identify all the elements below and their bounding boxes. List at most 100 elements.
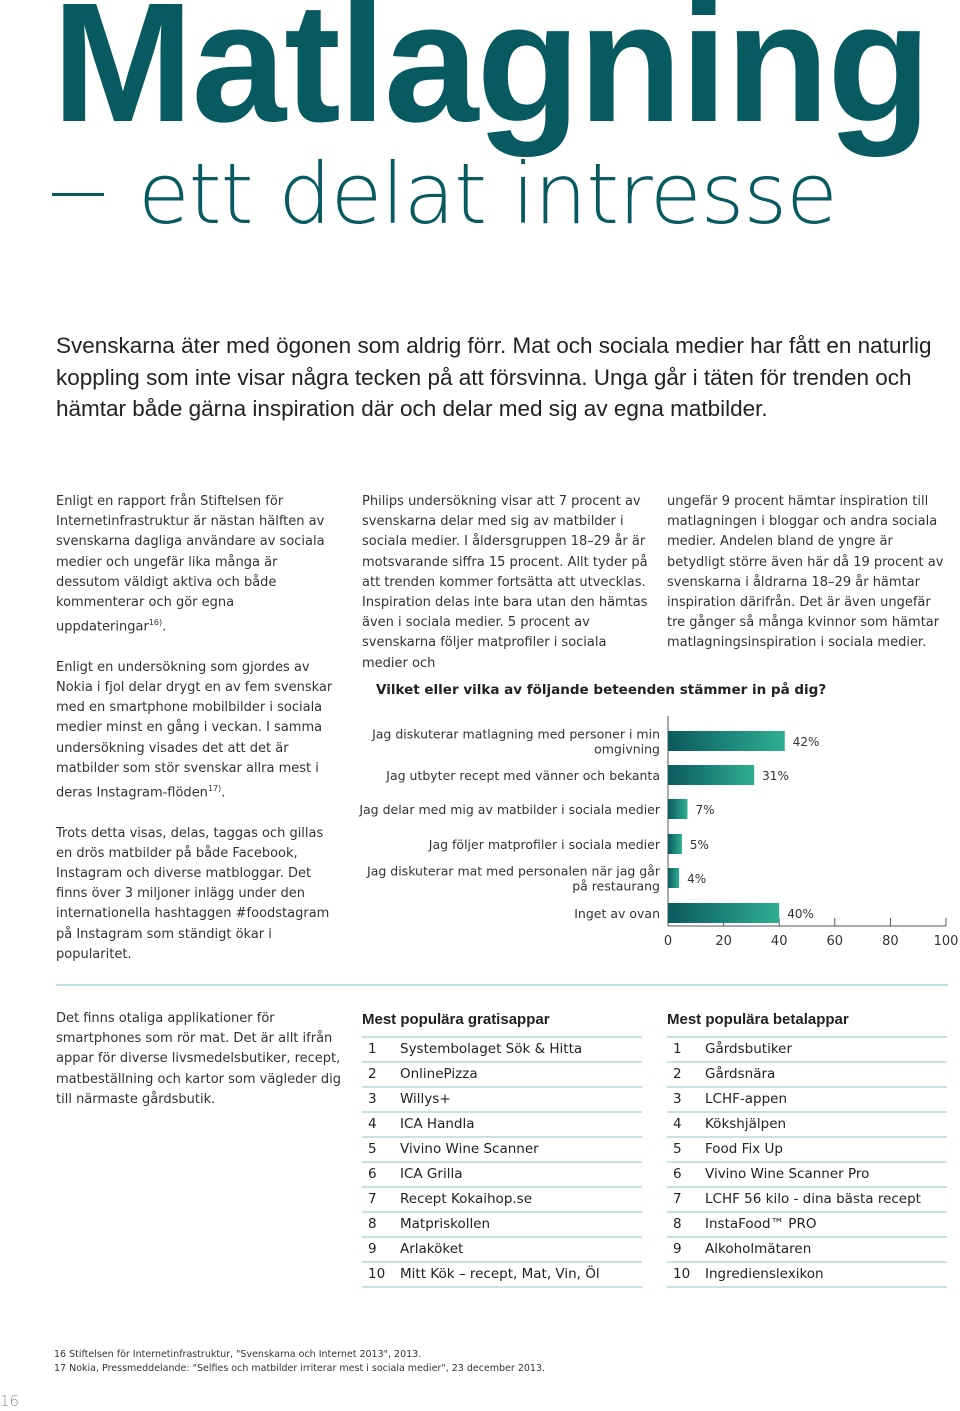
app-name: Willys+ bbox=[400, 1091, 451, 1107]
paid-item: 1 Gårdsbutiker bbox=[667, 1038, 947, 1063]
section-divider bbox=[56, 984, 948, 986]
app-name: Vivino Wine Scanner bbox=[400, 1141, 539, 1157]
footnote: 16 Stiftelsen för Internetinfrastruktur,… bbox=[54, 1349, 422, 1360]
rank-number: 7 bbox=[673, 1191, 682, 1207]
app-name: Arlaköket bbox=[400, 1241, 464, 1257]
paid-item: 2 Gårdsnära bbox=[667, 1063, 947, 1088]
paid-item: 3 LCHF-appen bbox=[667, 1088, 947, 1113]
bar-value-label: 40% bbox=[787, 907, 814, 921]
bar bbox=[668, 731, 785, 751]
paid-item: 4 Kökshjälpen bbox=[667, 1113, 947, 1138]
x-tick-label: 40 bbox=[771, 934, 788, 949]
rank-number: 5 bbox=[368, 1141, 377, 1157]
free-item: 6 ICA Grilla bbox=[362, 1163, 642, 1188]
app-name: Kökshjälpen bbox=[705, 1116, 787, 1132]
free-item: 5 Vivino Wine Scanner bbox=[362, 1138, 642, 1163]
paid-item: 5 Food Fix Up bbox=[667, 1138, 947, 1163]
category-label: Jag diskuterar matlagning med personer i… bbox=[371, 727, 660, 757]
app-name: Gårdsbutiker bbox=[705, 1041, 793, 1057]
footnote: 17 Nokia, Pressmeddelande: "Selfies och … bbox=[54, 1363, 546, 1374]
free-item: 8 Matpriskollen bbox=[362, 1213, 642, 1238]
bar bbox=[668, 799, 688, 819]
app-name: Ingredienslexikon bbox=[705, 1266, 824, 1282]
paid-apps-heading: Mest populära betalappar bbox=[667, 1011, 849, 1028]
x-tick-label: 100 bbox=[934, 934, 959, 949]
app-name: Matpriskollen bbox=[400, 1216, 491, 1232]
rank-number: 6 bbox=[368, 1166, 377, 1182]
paid-item: 7 LCHF 56 kilo - dina bästa recept bbox=[667, 1188, 947, 1213]
category-label-line: Jag diskuterar matlagning med personer i… bbox=[371, 727, 660, 742]
app-name: ICA Grilla bbox=[400, 1166, 463, 1182]
x-tick-label: 60 bbox=[827, 934, 844, 949]
category-label: Jag följer matprofiler i sociala medier bbox=[428, 837, 661, 852]
rank-number: 10 bbox=[673, 1266, 691, 1282]
app-name: Recept Kokaihop.se bbox=[400, 1191, 533, 1207]
bar bbox=[668, 903, 780, 923]
app-name: Mitt Kök – recept, Mat, Vin, Öl bbox=[400, 1266, 600, 1282]
free-item: 7 Recept Kokaihop.se bbox=[362, 1188, 642, 1213]
category-label: Jag diskuterar mat med personalen när ja… bbox=[366, 864, 661, 894]
footnotes: 16 Stiftelsen för Internetinfrastruktur,… bbox=[54, 1348, 545, 1376]
free-apps-items: 1 Systembolaget Sök & Hitta 2 OnlinePizza 3 W… bbox=[362, 1036, 642, 1288]
category-label-line: Jag utbyter recept med vänner och bekant… bbox=[385, 768, 660, 783]
category-label-line: Jag följer matprofiler i sociala medier bbox=[428, 837, 661, 852]
bar bbox=[668, 765, 755, 785]
page-number: 16 bbox=[0, 1392, 20, 1410]
bar-value-label: 4% bbox=[687, 872, 706, 886]
app-name: Food Fix Up bbox=[705, 1141, 783, 1157]
rank-number: 2 bbox=[368, 1066, 377, 1082]
rank-number: 9 bbox=[673, 1241, 682, 1257]
bar bbox=[668, 834, 682, 854]
paid-item: 10 Ingredienslexikon bbox=[667, 1263, 947, 1288]
app-name: OnlinePizza bbox=[400, 1066, 478, 1082]
app-name: Alkoholmätaren bbox=[705, 1241, 812, 1257]
bar-value-label: 42% bbox=[793, 735, 820, 749]
rank-number: 9 bbox=[368, 1241, 377, 1257]
free-item: 4 ICA Handla bbox=[362, 1113, 642, 1138]
rank-number: 7 bbox=[368, 1191, 377, 1207]
app-name: ICA Handla bbox=[400, 1116, 475, 1132]
rank-number: 2 bbox=[673, 1066, 682, 1082]
category-label: Jag delar med mig av matbilder i sociala… bbox=[358, 802, 661, 817]
paid-item: 8 InstaFood™ PRO bbox=[667, 1213, 947, 1238]
app-name: InstaFood™ PRO bbox=[705, 1216, 817, 1232]
rank-number: 4 bbox=[368, 1116, 377, 1132]
rank-number: 1 bbox=[368, 1041, 377, 1057]
free-item: 10 Mitt Kök – recept, Mat, Vin, Öl bbox=[362, 1263, 642, 1288]
category-label-line: på restaurang bbox=[572, 879, 660, 894]
app-name: LCHF-appen bbox=[705, 1091, 788, 1107]
rank-number: 5 bbox=[673, 1141, 682, 1157]
rank-number: 6 bbox=[673, 1166, 682, 1182]
free-item: 2 OnlinePizza bbox=[362, 1063, 642, 1088]
category-label-line: Inget av ovan bbox=[574, 906, 660, 921]
x-tick-label: 80 bbox=[882, 934, 899, 949]
rank-number: 10 bbox=[368, 1266, 386, 1282]
category-label: Inget av ovan bbox=[574, 906, 660, 921]
paid-item: 6 Vivino Wine Scanner Pro bbox=[667, 1163, 947, 1188]
free-item: 9 Arlaköket bbox=[362, 1238, 642, 1263]
x-tick-label: 20 bbox=[715, 934, 732, 949]
paid-item: 9 Alkoholmätaren bbox=[667, 1238, 947, 1263]
rank-number: 4 bbox=[673, 1116, 682, 1132]
bar-chart: 0 20 40 60 80 100 42% Jag diskuterar matlagning… bbox=[358, 716, 959, 949]
x-tick-label: 0 bbox=[664, 934, 672, 949]
category-label-line: Jag delar med mig av matbilder i sociala… bbox=[358, 802, 661, 817]
rank-number: 8 bbox=[368, 1216, 377, 1232]
bar-value-label: 31% bbox=[762, 769, 789, 783]
paid-apps-items: 1 Gårdsbutiker 2 Gårdsnära 3 LCHF-appen 4 Köksh… bbox=[667, 1036, 947, 1288]
category-label-line: omgivning bbox=[594, 742, 660, 757]
apps-intro: Det finns otaliga applikationer för smar… bbox=[56, 1011, 342, 1107]
free-item: 3 Willys+ bbox=[362, 1088, 642, 1113]
app-name: LCHF 56 kilo - dina bästa recept bbox=[705, 1191, 921, 1207]
free-item: 1 Systembolaget Sök & Hitta bbox=[362, 1038, 642, 1063]
free-apps-heading: Mest populära gratisappar bbox=[362, 1011, 550, 1028]
app-name: Vivino Wine Scanner Pro bbox=[705, 1166, 870, 1182]
rank-number: 8 bbox=[673, 1216, 682, 1232]
rank-number: 3 bbox=[673, 1091, 682, 1107]
app-name: Systembolaget Sök & Hitta bbox=[400, 1041, 583, 1057]
category-label: Jag utbyter recept med vänner och bekant… bbox=[385, 768, 660, 783]
app-name: Gårdsnära bbox=[705, 1066, 776, 1082]
category-label-line: Jag diskuterar mat med personalen när ja… bbox=[366, 864, 661, 879]
bar-value-label: 7% bbox=[695, 803, 714, 817]
free-apps-list: Mest populära gratisappar 1 Systembolaget… bbox=[362, 1011, 642, 1288]
